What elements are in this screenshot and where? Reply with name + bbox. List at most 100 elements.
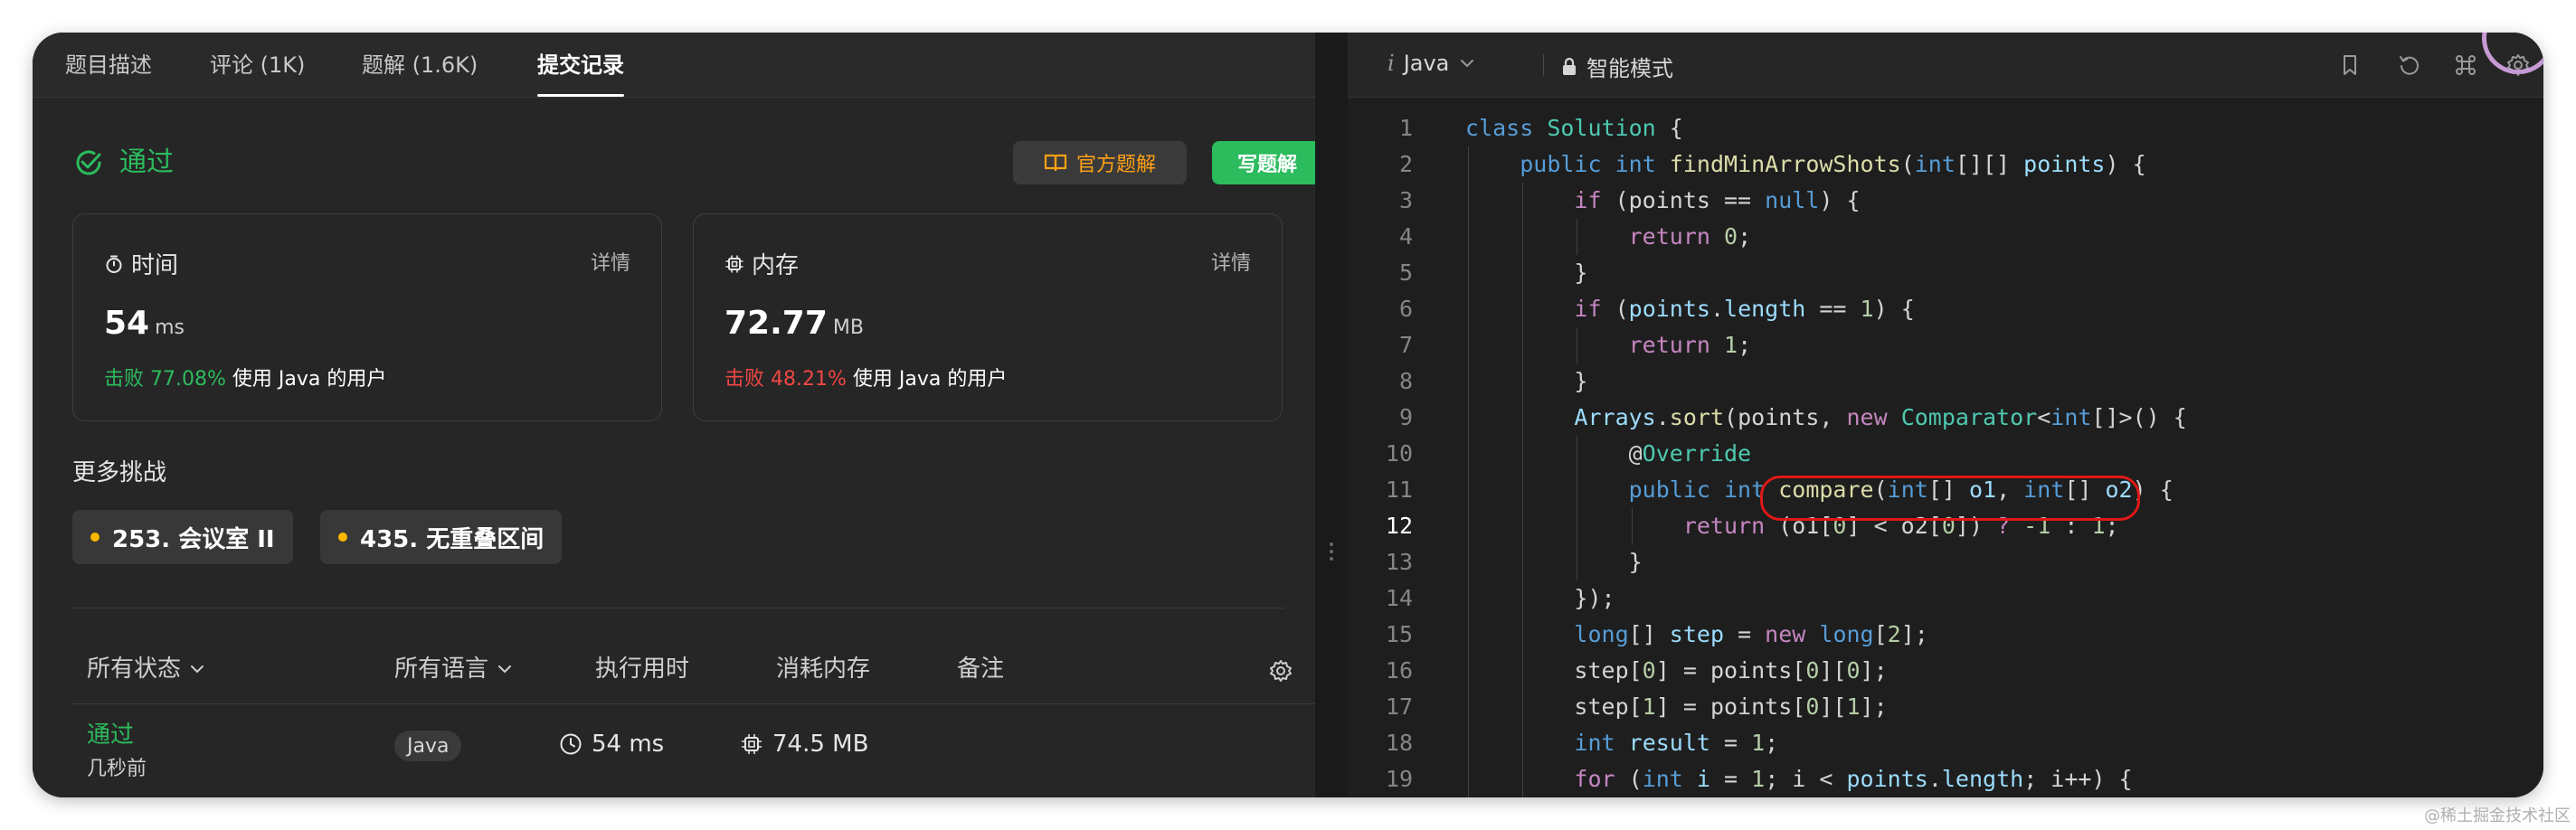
code-token: 1 — [1724, 332, 1738, 358]
runtime-title-label: 时间 — [131, 252, 179, 279]
status-filter[interactable]: 所有状态 — [87, 653, 206, 685]
code-text: step[0] = points[0][0]; — [1465, 653, 1887, 689]
runtime-card[interactable]: 时间 详情 54 ms 击败 77.08% 使用 Java 的用户 — [72, 213, 662, 421]
stopwatch-icon — [106, 255, 122, 273]
line-number: 7 — [1398, 332, 1413, 358]
code-line[interactable]: 1 class Solution { — [1348, 110, 2543, 146]
challenge-chip[interactable]: 253. 会议室 II — [72, 510, 293, 564]
code-token: step[ — [1465, 657, 1643, 684]
code-token: -1 — [2023, 513, 2051, 539]
code-token: public — [1628, 476, 1710, 503]
code-line[interactable]: 18 int result = 1; — [1348, 725, 2543, 761]
chevron-down-icon — [191, 665, 204, 674]
memory-detail-link[interactable]: 详情 — [1211, 247, 1251, 276]
code-line[interactable]: 7 return 1; — [1348, 327, 2543, 363]
code-text: Arrays.sort(points, new Comparator<int[]… — [1465, 400, 2186, 436]
code-token: (points, — [1724, 404, 1847, 430]
smart-mode-label: 智能模式 — [1586, 56, 1673, 81]
code-line[interactable]: 9 Arrays.sort(points, new Comparator<int… — [1348, 400, 2543, 436]
code-token: null — [1765, 187, 1820, 213]
chevron-down-icon — [1461, 60, 1474, 68]
code-line[interactable]: 3 if (points == null) { — [1348, 183, 2543, 219]
code-token: ; i++) { — [2023, 766, 2133, 792]
toolbar-divider — [1543, 54, 1544, 76]
code-line[interactable]: 17 step[1] = points[0][1]; — [1348, 689, 2543, 725]
row-memory-value: 74.5 MB — [772, 731, 869, 758]
command-key-icon[interactable] — [2453, 52, 2478, 78]
memory-title: 内存 — [724, 247, 799, 280]
code-token: points — [2023, 151, 2106, 177]
code-token: ( — [1601, 296, 1629, 322]
write-solution-button[interactable]: 写题解 — [1212, 141, 1322, 184]
code-text: }); — [1465, 580, 1615, 617]
lock-icon — [1563, 57, 1576, 75]
code-line[interactable]: 6 if (points.length == 1) { — [1348, 291, 2543, 327]
bookmark-icon[interactable] — [2337, 52, 2363, 78]
code-line[interactable]: 4 return 0; — [1348, 219, 2543, 255]
tab-submissions[interactable]: 提交记录 — [537, 51, 624, 80]
runtime-beat-suffix: 使用 Java 的用户 — [232, 368, 387, 391]
notes-column-header: 备注 — [957, 656, 1005, 683]
memory-card[interactable]: 内存 详情 72.77 MB 击败 48.21% 使用 Java 的用户 — [693, 213, 1283, 421]
panel-resize-handle[interactable] — [1315, 33, 1348, 797]
reset-icon[interactable] — [2397, 52, 2422, 78]
code-token: points — [1846, 766, 1928, 792]
result-header: 通过 官方题解 写题解 — [72, 141, 1322, 184]
code-token: ][ — [1819, 693, 1847, 720]
code-token: } — [1465, 368, 1588, 394]
code-line[interactable]: 5 } — [1348, 255, 2543, 291]
code-line[interactable]: 11 public int compare(int[] o1, int[] o2… — [1348, 472, 2543, 508]
smart-mode-toggle[interactable]: 智能模式 — [1561, 51, 1673, 82]
code-line[interactable]: 10 @Override — [1348, 436, 2543, 472]
row-status[interactable]: 通过 — [87, 716, 134, 750]
code-line[interactable]: 16 step[0] = points[0][0]; — [1348, 653, 2543, 689]
code-token: int — [2050, 404, 2092, 430]
code-token: ]) — [1955, 513, 1997, 539]
runtime-value: 54 ms — [104, 305, 185, 342]
code-token: 0 — [1805, 657, 1820, 684]
memory-beat: 击败 48.21% 使用 Java 的用户 — [724, 363, 1007, 391]
code-line[interactable]: 8 } — [1348, 363, 2543, 400]
code-token: 0 — [1724, 223, 1738, 250]
language-select-value: Java — [1403, 51, 1450, 76]
code-token: [ — [1873, 621, 1888, 647]
code-line[interactable]: 12 return (o1[0] < o2[0]) ? -1 : 1; — [1348, 508, 2543, 544]
tab-description[interactable]: 题目描述 — [65, 51, 152, 80]
code-text: if (points == null) { — [1465, 183, 1860, 219]
code-text: public int findMinArrowShots(int[][] poi… — [1465, 146, 2145, 183]
row-runtime-value: 54 ms — [592, 731, 665, 758]
grip-dot — [1330, 550, 1333, 553]
code-token: } — [1465, 259, 1588, 286]
tab-comments[interactable]: 评论 (1K) — [210, 51, 305, 80]
code-token: . — [1709, 296, 1725, 322]
code-token: 0 — [1941, 513, 1956, 539]
code-token: int — [1724, 476, 1766, 503]
code-line[interactable]: 19 for (int i = 1; i < points.length; i+… — [1348, 761, 2543, 797]
settings-gear-icon[interactable] — [1268, 658, 1293, 684]
runtime-detail-link[interactable]: 详情 — [591, 247, 630, 276]
official-solution-button[interactable]: 官方题解 — [1013, 141, 1187, 184]
code-text: long[] step = new long[2]; — [1465, 617, 1927, 653]
line-number: 18 — [1385, 730, 1413, 756]
line-number: 1 — [1398, 115, 1413, 141]
challenge-chip[interactable]: 435. 无重叠区间 — [320, 510, 563, 564]
code-token: ; — [2105, 513, 2119, 539]
code-token: Arrays — [1574, 404, 1656, 430]
code-line[interactable]: 13 } — [1348, 544, 2543, 580]
language-select[interactable]: i Java — [1387, 51, 1476, 76]
code-token: ] = points[ — [1655, 693, 1806, 720]
language-filter[interactable]: 所有语言 — [394, 653, 514, 685]
code-line[interactable]: 15 long[] step = new long[2]; — [1348, 617, 2543, 653]
code-line[interactable]: 2 public int findMinArrowShots(int[][] p… — [1348, 146, 2543, 183]
code-token: new — [1846, 404, 1888, 430]
code-token: { — [1655, 115, 1683, 141]
code-line[interactable]: 14 }); — [1348, 580, 2543, 617]
tab-solutions[interactable]: 题解 (1.6K) — [362, 51, 478, 80]
